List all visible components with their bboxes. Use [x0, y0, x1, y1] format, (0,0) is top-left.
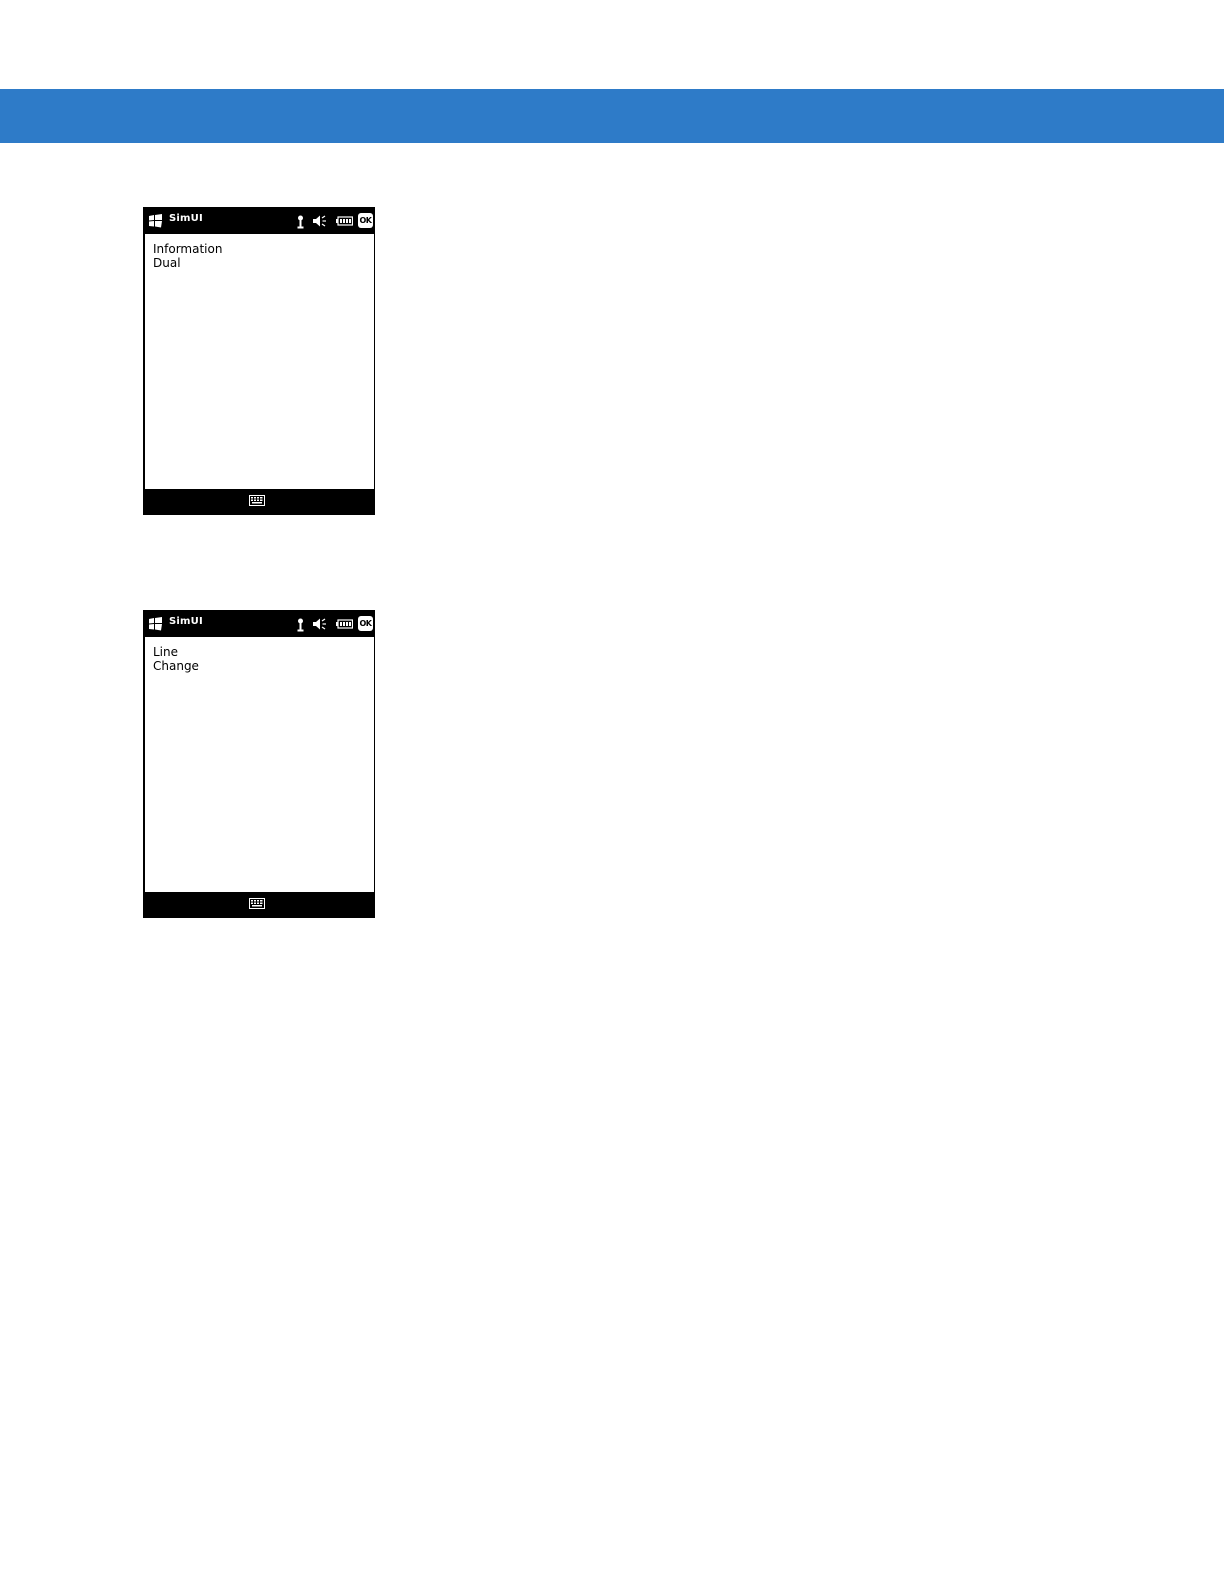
windows-start-icon[interactable] — [148, 617, 163, 631]
keyboard-icon[interactable] — [249, 898, 265, 909]
menu-bar — [143, 490, 375, 515]
content-area: Information Dual — [145, 234, 374, 489]
signal-icon[interactable] — [296, 618, 305, 632]
ok-button[interactable]: OK — [358, 616, 373, 631]
volume-muted-icon[interactable] — [312, 617, 328, 631]
ok-button[interactable]: OK — [358, 213, 373, 228]
battery-icon[interactable] — [336, 216, 353, 226]
device-screen-1: SimUI OK Information Dual — [143, 207, 375, 515]
app-title: SimUI — [169, 616, 203, 627]
menu-bar — [143, 893, 375, 918]
content-line: Change — [153, 659, 199, 673]
keyboard-icon[interactable] — [249, 495, 265, 506]
volume-muted-icon[interactable] — [312, 214, 328, 228]
device-screen-2: SimUI OK Line Change — [143, 610, 375, 918]
content-area: Line Change — [145, 637, 374, 892]
windows-start-icon[interactable] — [148, 214, 163, 228]
header-banner — [0, 89, 1224, 143]
title-bar: SimUI OK — [143, 207, 375, 234]
signal-icon[interactable] — [296, 215, 305, 229]
content-line: Information — [153, 242, 223, 256]
battery-icon[interactable] — [336, 619, 353, 629]
app-title: SimUI — [169, 213, 203, 224]
content-line: Dual — [153, 256, 181, 270]
content-line: Line — [153, 645, 179, 659]
title-bar: SimUI OK — [143, 610, 375, 637]
